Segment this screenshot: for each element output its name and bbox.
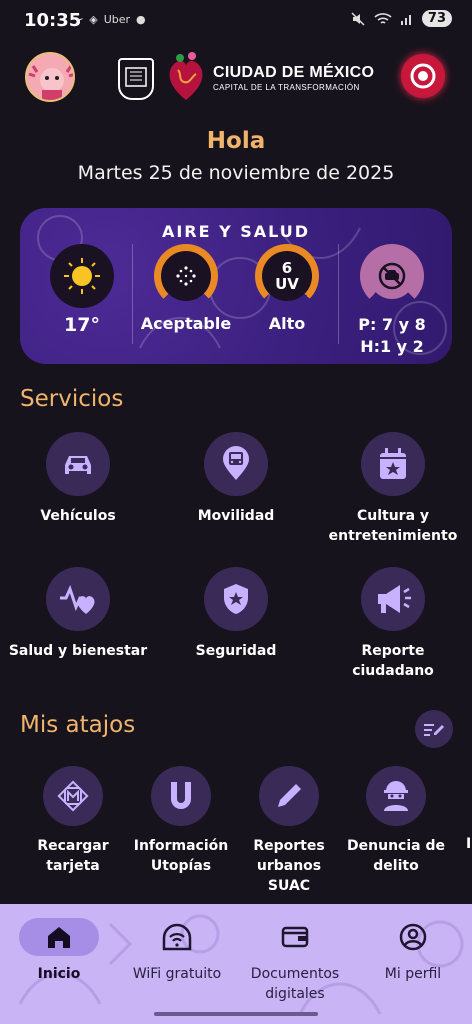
uv-index-value: 6: [281, 259, 293, 277]
shortcut-partial-label[interactable]: I: [466, 836, 471, 852]
app-header: CIUDAD DE MÉXICO CAPITAL DE LA TRANSFORM…: [0, 50, 472, 106]
dot-icon: ●: [136, 12, 146, 26]
wifi-status-icon: [374, 12, 392, 24]
brand-subtitle: CAPITAL DE LA TRANSFORMACIÓN: [213, 83, 360, 92]
shortcut-label: Reportes urbanos SUAC: [253, 838, 325, 894]
edit-list-icon: [424, 724, 444, 736]
wifi-icon: [137, 918, 217, 956]
cdmx-heart-logo: [164, 50, 208, 104]
card-divider: [132, 244, 133, 344]
current-date: Martes 25 de noviembre de 2025: [77, 162, 395, 184]
metro-card-icon: [43, 766, 103, 826]
service-label: Cultura y entretenimiento: [328, 508, 458, 544]
service-reporte[interactable]: Reporte ciudadano: [323, 567, 463, 681]
nav-label: Documentos digitales: [250, 966, 340, 1002]
signal-icon: [400, 14, 411, 25]
plates-line-1: P: 7 y 8: [358, 315, 426, 334]
service-label: Seguridad: [195, 643, 277, 659]
plates-line-2: H:1 y 2: [360, 337, 424, 356]
shortcut-suac[interactable]: Reportes urbanos SUAC: [235, 766, 343, 896]
uber-badge: Uber: [103, 12, 131, 26]
mute-icon: [351, 11, 365, 26]
shortcut-denuncia[interactable]: Denuncia de delito: [342, 766, 450, 876]
service-salud[interactable]: Salud y bienestar: [8, 567, 148, 661]
nav-documentos[interactable]: Documentos digitales: [236, 904, 354, 1004]
uv-level: Alto: [268, 314, 306, 333]
service-seguridad[interactable]: Seguridad: [166, 567, 306, 661]
home-icon: [19, 918, 99, 956]
car-icon: [46, 432, 110, 496]
shortcut-recargar[interactable]: Recargar tarjeta: [19, 766, 127, 876]
service-cultura[interactable]: Cultura y entretenimiento: [323, 432, 463, 546]
coat-of-arms-icon: [118, 58, 154, 100]
app-icon: ◈: [89, 12, 98, 26]
mascot-avatar[interactable]: [25, 52, 75, 102]
shortcut-label: Información Utopías: [133, 838, 229, 874]
shortcuts-title: Mis atajos: [20, 712, 136, 738]
wallet-icon: [255, 918, 335, 956]
nav-label: Mi perfil: [384, 966, 442, 982]
air-health-card[interactable]: AIRE Y SALUD 17° Aceptable 6 UV Alto P: …: [20, 208, 452, 364]
service-vehiculos[interactable]: Vehículos: [8, 432, 148, 526]
shield-star-icon: [204, 567, 268, 631]
services-title: Servicios: [20, 386, 124, 412]
emergency-alert-button[interactable]: [401, 54, 445, 98]
sun-icon: [50, 244, 114, 308]
temperature-metric: 17°: [50, 244, 114, 336]
shortcut-label: Recargar tarjeta: [37, 838, 109, 874]
home-indicator[interactable]: [154, 1012, 318, 1016]
no-car-icon: [378, 262, 406, 290]
calendar-star-icon: [361, 432, 425, 496]
nav-label: Inicio: [37, 966, 81, 982]
shortcut-utopias[interactable]: Información Utopías: [127, 766, 235, 876]
nav-wifi[interactable]: WiFi gratuito: [118, 904, 236, 984]
pencil-icon: [259, 766, 319, 826]
notification-icons: ⌣ ◈ Uber ●: [76, 12, 146, 26]
no-driving-gauge: [360, 244, 424, 308]
service-label: Vehículos: [40, 508, 116, 524]
bus-location-icon: [204, 432, 268, 496]
nav-inicio[interactable]: Inicio: [0, 904, 118, 984]
service-label: Reporte ciudadano: [352, 643, 434, 679]
uv-metric: 6 UV Alto: [250, 244, 324, 333]
shortcut-label: Denuncia de delito: [347, 838, 445, 874]
brand-title: CIUDAD DE MÉXICO: [213, 64, 375, 81]
service-label: Movilidad: [197, 508, 275, 524]
air-health-title: AIRE Y SALUD: [161, 222, 311, 241]
megaphone-icon: [361, 567, 425, 631]
air-quality-value: Aceptable: [140, 314, 232, 333]
service-movilidad[interactable]: Movilidad: [166, 432, 306, 526]
thief-icon: [366, 766, 426, 826]
battery-indicator: 73: [421, 10, 452, 27]
greeting: Hola: [206, 128, 266, 154]
brand-text: CIUDAD DE MÉXICO CAPITAL DE LA TRANSFORM…: [213, 64, 374, 92]
nav-perfil[interactable]: Mi perfil: [354, 904, 472, 984]
amazon-icon: ⌣: [76, 12, 84, 25]
profile-icon: [373, 918, 453, 956]
axolotl-icon: [27, 54, 73, 100]
hoy-no-circula-metric: P: 7 y 8 H:1 y 2: [350, 244, 434, 358]
card-divider: [338, 244, 339, 344]
temperature-value: 17°: [64, 314, 100, 336]
status-bar: 10:35 ⌣ ◈ Uber ● 73: [0, 0, 472, 44]
status-time: 10:35: [24, 10, 82, 31]
uv-unit: UV: [275, 275, 299, 293]
nav-label: WiFi gratuito: [132, 966, 222, 982]
alert-target-icon: [410, 63, 436, 89]
particles-icon: [176, 266, 196, 286]
air-quality-metric: Aceptable: [138, 244, 234, 333]
health-heart-icon: [46, 567, 110, 631]
bottom-navigation: Inicio WiFi gratuito Documentos digitale…: [0, 904, 472, 1024]
air-quality-gauge: [154, 244, 218, 308]
service-label: Salud y bienestar: [8, 643, 148, 659]
uv-gauge: 6 UV: [255, 244, 319, 308]
edit-shortcuts-button[interactable]: [415, 710, 453, 748]
utopias-u-icon: [151, 766, 211, 826]
